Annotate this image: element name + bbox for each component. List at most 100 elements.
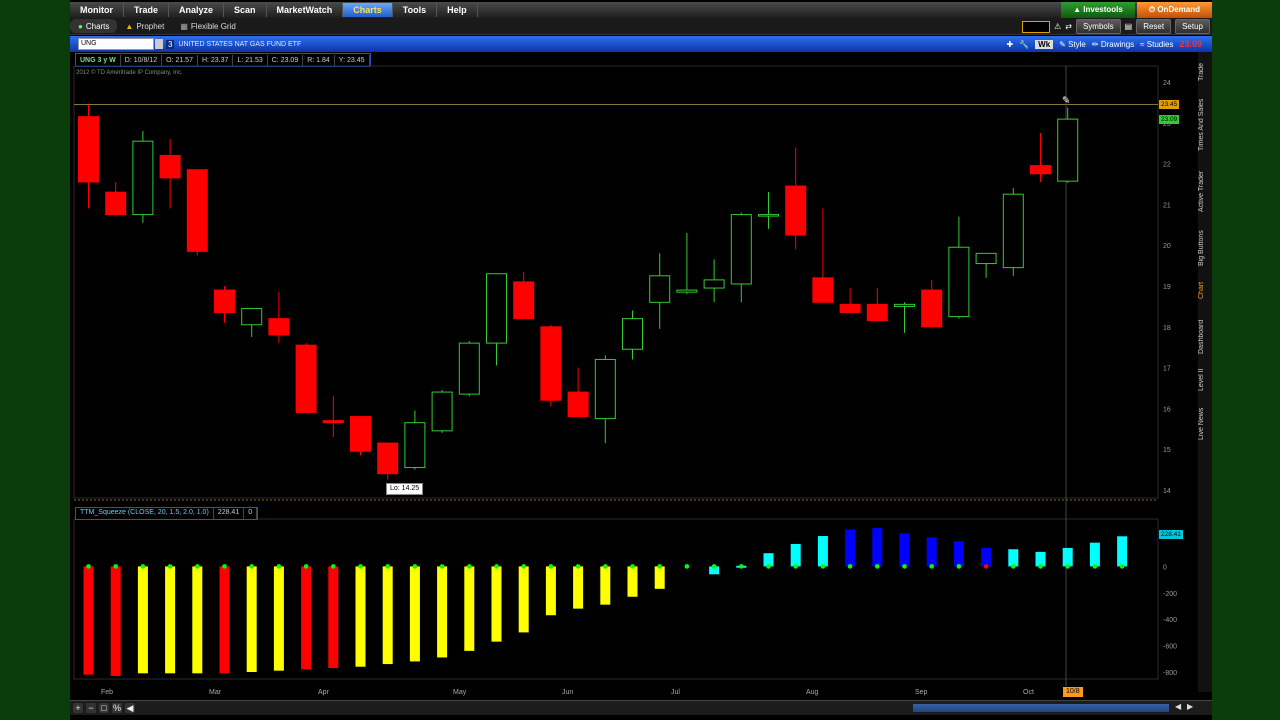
squeeze-histogram-bar bbox=[817, 536, 828, 567]
month-label: Feb bbox=[101, 689, 114, 696]
fit-icon[interactable]: □ bbox=[99, 703, 109, 713]
price-axis-tick: 22 bbox=[1163, 162, 1171, 169]
squeeze-histogram-bar bbox=[845, 529, 856, 567]
squeeze-dot bbox=[222, 564, 227, 569]
month-label: Apr bbox=[318, 689, 329, 696]
squeeze-histogram-bar bbox=[301, 566, 312, 670]
candle-body bbox=[132, 140, 154, 216]
candle-body bbox=[486, 273, 507, 344]
squeeze-histogram-bar bbox=[83, 566, 94, 675]
squeeze-dot bbox=[847, 564, 853, 569]
candle-body bbox=[241, 307, 263, 326]
squeeze-histogram-bar bbox=[219, 566, 230, 674]
squeeze-dot bbox=[412, 564, 418, 569]
squeeze-dot bbox=[575, 564, 581, 569]
squeeze-dot bbox=[303, 564, 309, 569]
squeeze-axis-tick: -400 bbox=[1163, 617, 1177, 624]
candle-body bbox=[322, 420, 344, 424]
vtab-level-ii[interactable]: Level II bbox=[1198, 364, 1212, 396]
scroll-back-icon[interactable]: ◀ bbox=[1175, 702, 1181, 711]
squeeze-name[interactable]: TTM_Squeeze (CLOSE, 20, 1.5, 2.0, 1.0) bbox=[76, 508, 214, 519]
squeeze-axis-tick: -200 bbox=[1163, 591, 1177, 598]
month-label: May bbox=[453, 689, 467, 696]
squeeze-histogram-bar bbox=[491, 566, 502, 642]
squeeze-histogram-bar bbox=[246, 566, 257, 672]
squeeze-histogram-bar bbox=[355, 566, 366, 667]
vtab-chart[interactable]: Chart bbox=[1198, 276, 1212, 304]
squeeze-histogram-bar bbox=[464, 566, 475, 651]
squeeze-dot bbox=[793, 564, 798, 569]
zoom-out-icon[interactable]: − bbox=[86, 703, 96, 713]
squeeze-dot bbox=[140, 564, 146, 569]
candle-body bbox=[431, 391, 453, 432]
squeeze-dot bbox=[358, 564, 363, 569]
candle-body bbox=[540, 326, 562, 401]
squeeze-histogram-bar bbox=[518, 566, 529, 633]
candle-body bbox=[1002, 193, 1024, 269]
vtab-times-and-sales[interactable]: Times And Sales bbox=[1198, 92, 1212, 158]
candle-body bbox=[948, 246, 970, 318]
price-axis-tick: 18 bbox=[1163, 325, 1171, 332]
price-axis-tick: 15 bbox=[1163, 447, 1171, 454]
percent-icon[interactable]: % bbox=[112, 703, 122, 713]
squeeze-histogram-bar bbox=[1008, 549, 1019, 567]
app-window: Monitor Trade Analyze Scan MarketWatch C… bbox=[70, 0, 1212, 720]
squeeze-dot bbox=[521, 564, 526, 569]
candle-body bbox=[676, 289, 698, 293]
vtab-dashboard[interactable]: Dashboard bbox=[1198, 314, 1212, 360]
candle-body bbox=[649, 275, 671, 303]
squeeze-dot bbox=[766, 564, 771, 569]
squeeze-axis-tick: -600 bbox=[1163, 644, 1177, 651]
pen-cursor-icon: ✎ bbox=[1062, 95, 1070, 106]
squeeze-dot bbox=[657, 564, 662, 569]
month-label: Jun bbox=[562, 689, 574, 696]
squeeze-dot bbox=[1092, 564, 1098, 569]
squeeze-histogram-bar bbox=[328, 566, 339, 669]
candle-body bbox=[377, 442, 399, 475]
squeeze-dot bbox=[86, 564, 91, 569]
squeeze-dot bbox=[630, 564, 635, 569]
price-axis-tick: 21 bbox=[1163, 202, 1171, 209]
candle-body bbox=[268, 318, 290, 336]
squeeze-dot bbox=[820, 564, 826, 569]
candle-body bbox=[703, 279, 725, 289]
scroll-left-icon[interactable]: ◀ bbox=[125, 703, 135, 713]
squeeze-dot bbox=[1011, 564, 1016, 569]
price-panel-frame bbox=[73, 65, 1159, 499]
squeeze-dot bbox=[956, 564, 962, 569]
squeeze-value-tag: 228.41 bbox=[1159, 530, 1183, 539]
squeeze-histogram-bar bbox=[899, 533, 910, 567]
candle-body bbox=[513, 281, 535, 320]
candle-body bbox=[594, 358, 616, 420]
candle-body bbox=[921, 289, 943, 328]
squeeze-axis-tick: -800 bbox=[1163, 670, 1177, 677]
zoom-in-icon[interactable]: + bbox=[73, 703, 83, 713]
vtab-big-buttons[interactable]: Big Buttons bbox=[1198, 224, 1212, 272]
price-chart[interactable]: 2423222120191817161514✎0-200-400-600-800 bbox=[70, 0, 1212, 700]
vtab-live-news[interactable]: Live News bbox=[1198, 402, 1212, 446]
vtab-trade[interactable]: Trade bbox=[1198, 56, 1212, 88]
chart-scrollbar[interactable] bbox=[913, 704, 1169, 712]
candle-body bbox=[730, 214, 752, 285]
candle-body bbox=[622, 318, 643, 350]
squeeze-extra: 0 bbox=[244, 508, 258, 519]
low-label: Lo: 14.25 bbox=[386, 483, 424, 495]
squeeze-dot bbox=[548, 564, 554, 569]
vtab-active-trader[interactable]: Active Trader bbox=[1198, 164, 1212, 218]
squeeze-dot bbox=[875, 564, 880, 569]
squeeze-histogram-bar bbox=[382, 566, 393, 665]
squeeze-histogram-bar bbox=[953, 541, 964, 567]
candle-body bbox=[105, 191, 127, 216]
price-axis-tick: 19 bbox=[1163, 284, 1171, 291]
candle-body bbox=[350, 416, 371, 452]
scroll-forward-icon[interactable]: ▶ bbox=[1187, 702, 1193, 711]
squeeze-dot bbox=[167, 564, 173, 569]
squeeze-histogram-bar bbox=[790, 543, 801, 567]
candle-body bbox=[785, 185, 807, 236]
squeeze-histogram-bar bbox=[627, 566, 638, 597]
squeeze-dot bbox=[113, 564, 118, 569]
candle-body bbox=[186, 169, 208, 252]
current-date-marker: 10/8 bbox=[1063, 687, 1083, 697]
squeeze-histogram-bar bbox=[654, 566, 665, 589]
squeeze-dot bbox=[1065, 564, 1070, 569]
